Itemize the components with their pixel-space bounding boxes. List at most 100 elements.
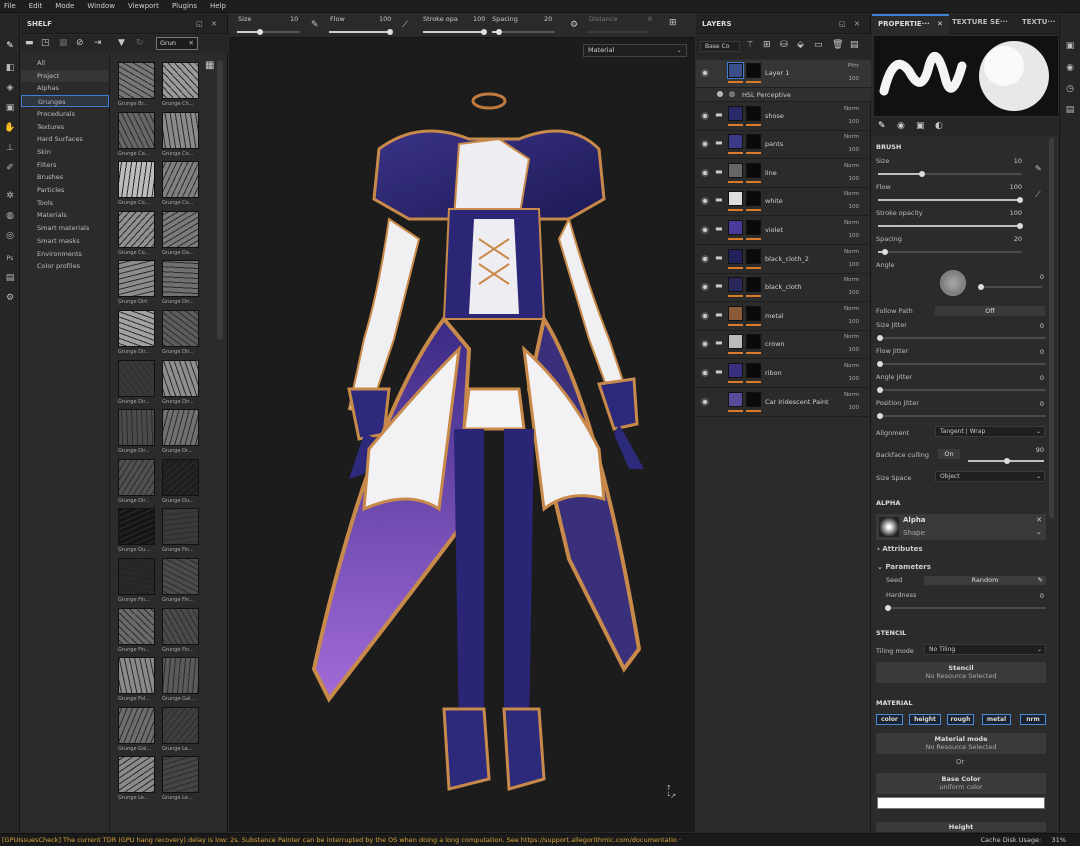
attributes-toggle[interactable]: › Attributes	[877, 545, 923, 553]
layer-blend[interactable]: Norm	[844, 334, 859, 340]
shelf-scrollbar[interactable]	[217, 60, 223, 340]
shelf-category-smart-materials[interactable]: Smart materials	[21, 222, 109, 234]
history-icon[interactable]: ◷	[1063, 82, 1077, 96]
menu-window[interactable]: Window	[87, 2, 115, 10]
shelf-thumbnail[interactable]	[162, 409, 199, 447]
shelf-category-filters[interactable]: Filters	[21, 159, 109, 171]
shelf-category-materials[interactable]: Materials	[21, 209, 109, 221]
layer-opacity[interactable]: 100	[849, 176, 860, 182]
tab-properties[interactable]: PROPERTIE··· ✕	[872, 14, 949, 34]
character-model[interactable]	[269, 89, 659, 829]
position-jitter-slider[interactable]	[877, 413, 1046, 419]
folder-icon[interactable]: ▬	[715, 138, 723, 147]
shelf-thumbnail[interactable]	[118, 607, 155, 645]
close-icon[interactable]: ✕	[211, 20, 217, 28]
search-filter-chip[interactable]: Grun ✕	[156, 37, 198, 50]
fill-layer-icon[interactable]: ⛁	[780, 40, 788, 50]
menu-file[interactable]: File	[4, 2, 16, 10]
shelf-category-environments[interactable]: Environments	[21, 248, 109, 260]
visibility-eye-icon[interactable]	[701, 254, 709, 263]
layer-blend[interactable]: Norm	[844, 191, 859, 197]
symmetry-icon[interactable]: ⊞	[669, 18, 677, 28]
tb-flow-slider[interactable]	[329, 29, 393, 35]
shelf-category-all[interactable]: All	[21, 57, 109, 69]
add-mask-icon[interactable]: ⊞	[763, 40, 771, 50]
visibility-eye-icon[interactable]	[701, 369, 709, 377]
angle-jitter-slider[interactable]	[877, 387, 1046, 393]
layer-opacity[interactable]: 100	[849, 405, 860, 411]
backface-toggle[interactable]: On	[938, 449, 960, 459]
visibility-eye-icon[interactable]	[701, 168, 709, 177]
size-pen-icon[interactable]: ✎	[1035, 164, 1042, 173]
visibility-eye-icon[interactable]	[701, 311, 709, 320]
flow-jitter-slider[interactable]	[877, 361, 1046, 367]
chip-nrm[interactable]: nrm	[1020, 714, 1046, 725]
menu-mode[interactable]: Mode	[55, 2, 74, 10]
shelf-thumbnail[interactable]	[118, 310, 155, 347]
menu-plugins[interactable]: Plugins	[172, 2, 197, 10]
seed-random-button[interactable]: Random ✎	[924, 576, 1046, 585]
base-color-button[interactable]: Base Color uniform color	[876, 773, 1046, 794]
layer-blend[interactable]: Norm	[844, 363, 859, 369]
layer-blend[interactable]: Norm	[844, 134, 859, 140]
shelf-category-brushes[interactable]: Brushes	[21, 171, 109, 183]
smudge-icon[interactable]: ✋	[3, 121, 17, 135]
import-icon[interactable]: ⇥	[94, 38, 102, 48]
layer-menu-icon[interactable]: ▤	[850, 40, 859, 50]
stencil-tab-icon[interactable]: ▣	[916, 121, 925, 131]
float-icon[interactable]: ◱	[196, 20, 203, 28]
layer-row[interactable]: ▬ crown Norm 100	[696, 331, 871, 360]
tb-size-slider[interactable]	[237, 29, 300, 35]
shelf-thumbnail[interactable]	[118, 161, 155, 199]
layer-blend[interactable]: Norm	[844, 277, 859, 283]
layer-blend[interactable]: Norm	[844, 392, 859, 398]
folder-icon[interactable]: ▬	[25, 38, 34, 48]
shelf-thumbnail[interactable]	[162, 310, 199, 347]
layer-opacity[interactable]: 100	[849, 290, 860, 296]
channel-select[interactable]: Material ⌄	[583, 44, 687, 57]
visibility-eye-icon[interactable]	[701, 140, 709, 149]
close-icon[interactable]: ✕	[937, 20, 943, 28]
shelf-thumbnail[interactable]	[118, 210, 155, 248]
shelf-category-tools[interactable]: Tools	[21, 197, 109, 209]
shelf-thumbnail[interactable]	[118, 111, 155, 149]
shelf-thumbnail[interactable]	[118, 62, 155, 99]
visibility-eye-icon[interactable]	[701, 226, 709, 234]
shelf-thumbnail[interactable]	[162, 210, 199, 248]
shelf-thumbnail[interactable]	[162, 657, 199, 695]
effect-visibility-icon[interactable]	[717, 91, 723, 97]
visibility-eye-icon[interactable]	[701, 197, 709, 206]
size-pen-icon[interactable]: ✎	[311, 20, 319, 30]
projection-icon[interactable]: ◈	[3, 81, 17, 95]
size-slider[interactable]	[878, 171, 1022, 177]
chip-color[interactable]: color	[876, 714, 903, 725]
material-tab-icon[interactable]: ◐	[935, 121, 943, 131]
parameters-toggle[interactable]: ⌄ Parameters	[877, 563, 931, 571]
hide-icon[interactable]: ⊘	[76, 38, 84, 48]
viewer-settings-icon[interactable]: ◉	[1063, 61, 1077, 75]
paint-brush-icon[interactable]: ✎	[3, 39, 17, 53]
photoshop-icon[interactable]: Ps	[3, 251, 17, 265]
spacing-slider[interactable]	[878, 249, 1022, 255]
size-space-select[interactable]: Object ⌄	[935, 471, 1045, 482]
height-button[interactable]: Height	[876, 822, 1046, 832]
layer-blend[interactable]: Norm	[844, 163, 859, 169]
layer-opacity[interactable]: 100	[849, 319, 860, 325]
shelf-thumbnail[interactable]	[118, 558, 155, 595]
chip-rough[interactable]: rough	[947, 714, 974, 725]
base-color-swatch[interactable]	[877, 797, 1045, 809]
layer-row[interactable]: ▬ line Norm 100	[696, 160, 871, 188]
lazy-mouse-icon[interactable]: ⚙	[570, 20, 578, 30]
layer-row[interactable]: ▬ pants Norm 100	[696, 131, 871, 160]
hardness-slider[interactable]	[885, 605, 1046, 611]
folder-icon[interactable]: ▬	[715, 167, 723, 176]
shelf-thumbnail[interactable]	[162, 558, 199, 595]
shelf-category-color-profiles[interactable]: Color profiles	[21, 260, 109, 272]
display-settings-icon[interactable]: ▣	[1063, 39, 1077, 53]
layer-blend[interactable]: Norm	[844, 249, 859, 255]
shelf-thumbnail[interactable]	[118, 657, 155, 695]
material-mode-button[interactable]: Material mode No Resource Selected	[876, 733, 1046, 754]
angle-dial[interactable]	[940, 270, 966, 296]
shelf-thumbnail[interactable]	[162, 607, 199, 645]
layer-opacity[interactable]: 100	[849, 204, 860, 210]
